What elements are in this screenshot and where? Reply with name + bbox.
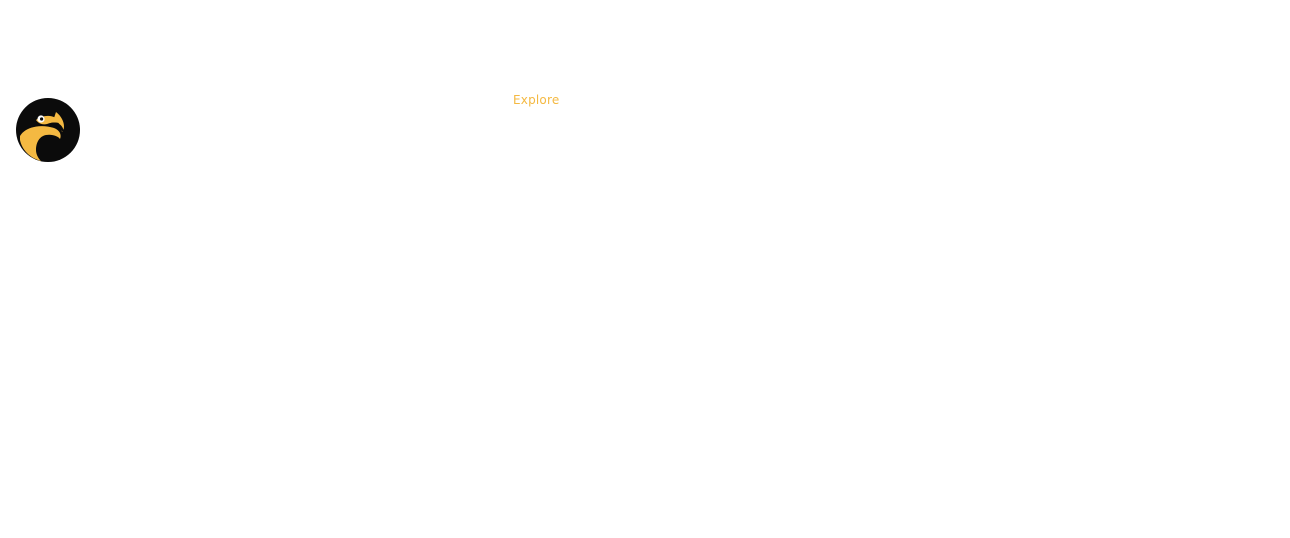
page: Explore — [0, 0, 1290, 538]
eagle-logo-svg — [16, 98, 80, 162]
nav-link-explore[interactable]: Explore — [513, 92, 559, 108]
eagle-logo-icon[interactable] — [16, 98, 80, 162]
